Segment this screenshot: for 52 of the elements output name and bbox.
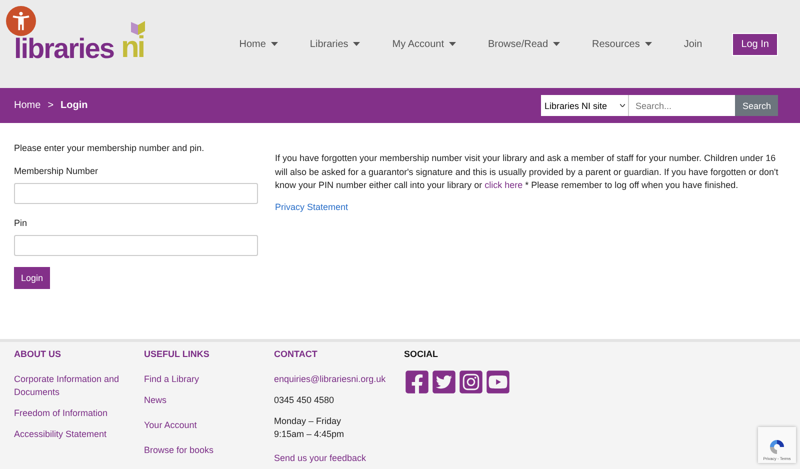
- scope-select[interactable]: Libraries NI site: [541, 95, 628, 116]
- caret-icon: [270, 42, 278, 46]
- privacy-link[interactable]: Privacy Statement: [275, 202, 348, 212]
- help-paragraph: If you have forgotten your membership number visit your library and ask a member of staff for your number. Children under 16 will also be asked for a guarantor's signature and this is usually provided by a parent or guardian. If you have forgotten or don't know your PIN number either call into your library or click here * Please remember to log off when you have finished.: [275, 152, 780, 192]
- breadcrumb-link[interactable]: Home: [14, 100, 41, 111]
- contact-text: 0345 450 4580: [274, 394, 336, 407]
- search-field[interactable]: Search...: [628, 95, 736, 116]
- caret-icon: [448, 42, 456, 46]
- caret-icon: [353, 42, 360, 46]
- chevron-icon: [620, 104, 626, 107]
- footer-link[interactable]: Freedom of Information: [14, 407, 144, 420]
- footer-heading: CONTACT: [274, 349, 318, 359]
- logo-text: libraries: [14, 33, 114, 65]
- nav-link[interactable]: Resources: [576, 38, 668, 50]
- breadcrumb-separator: >: [48, 100, 54, 111]
- intro-text: Please enter your membership number and pin.: [14, 143, 206, 153]
- nav-link[interactable]: Libraries: [294, 38, 376, 50]
- contact-text: Monday – Friday 9:15am – 4:45pm: [274, 415, 346, 441]
- submit-button[interactable]: Login: [14, 267, 50, 289]
- footer-link[interactable]: Accessibility Statement: [14, 428, 144, 441]
- footer-link[interactable]: Your Account: [144, 419, 274, 432]
- instagram-icon[interactable]: [458, 369, 484, 395]
- input-field[interactable]: [14, 235, 258, 256]
- caret-icon: [644, 42, 652, 46]
- footer-link[interactable]: Find a Library: [144, 373, 274, 386]
- logo-text: ni: [120, 31, 144, 65]
- nav-link[interactable]: Browse/Read: [472, 38, 576, 50]
- footer-heading: ABOUT US: [14, 349, 62, 359]
- facebook-icon[interactable]: [404, 369, 430, 395]
- recaptcha-icon: [768, 438, 786, 456]
- field-label: Pin: [14, 218, 28, 228]
- caret-icon: [553, 42, 560, 46]
- search-button[interactable]: Search: [735, 95, 778, 116]
- footer-link[interactable]: News: [144, 394, 274, 407]
- header-login-button[interactable]: Log In: [732, 32, 778, 56]
- nav-link[interactable]: Home: [223, 38, 294, 50]
- footer-heading: SOCIAL: [404, 349, 440, 359]
- twitter-icon[interactable]: [431, 369, 457, 395]
- nav-link[interactable]: Join: [668, 38, 718, 50]
- input-field[interactable]: [14, 183, 258, 204]
- footer-link[interactable]: Corporate Information and Documents: [14, 373, 144, 399]
- click-here-link[interactable]: click here: [484, 180, 523, 190]
- field-label: Membership Number: [14, 166, 100, 176]
- book-icon: [130, 19, 146, 35]
- nav-link[interactable]: My Account: [376, 38, 472, 50]
- footer-link[interactable]: enquiries@librariesni.org.uk: [274, 373, 404, 386]
- footer-link[interactable]: Browse for books: [144, 444, 274, 457]
- breadcrumb-link[interactable]: Login: [60, 100, 88, 111]
- footer-heading: USEFUL LINKS: [144, 349, 210, 359]
- accessibility-icon[interactable]: [6, 6, 36, 36]
- youtube-icon[interactable]: [485, 369, 511, 395]
- footer-link[interactable]: Send us your feedback: [274, 452, 404, 465]
